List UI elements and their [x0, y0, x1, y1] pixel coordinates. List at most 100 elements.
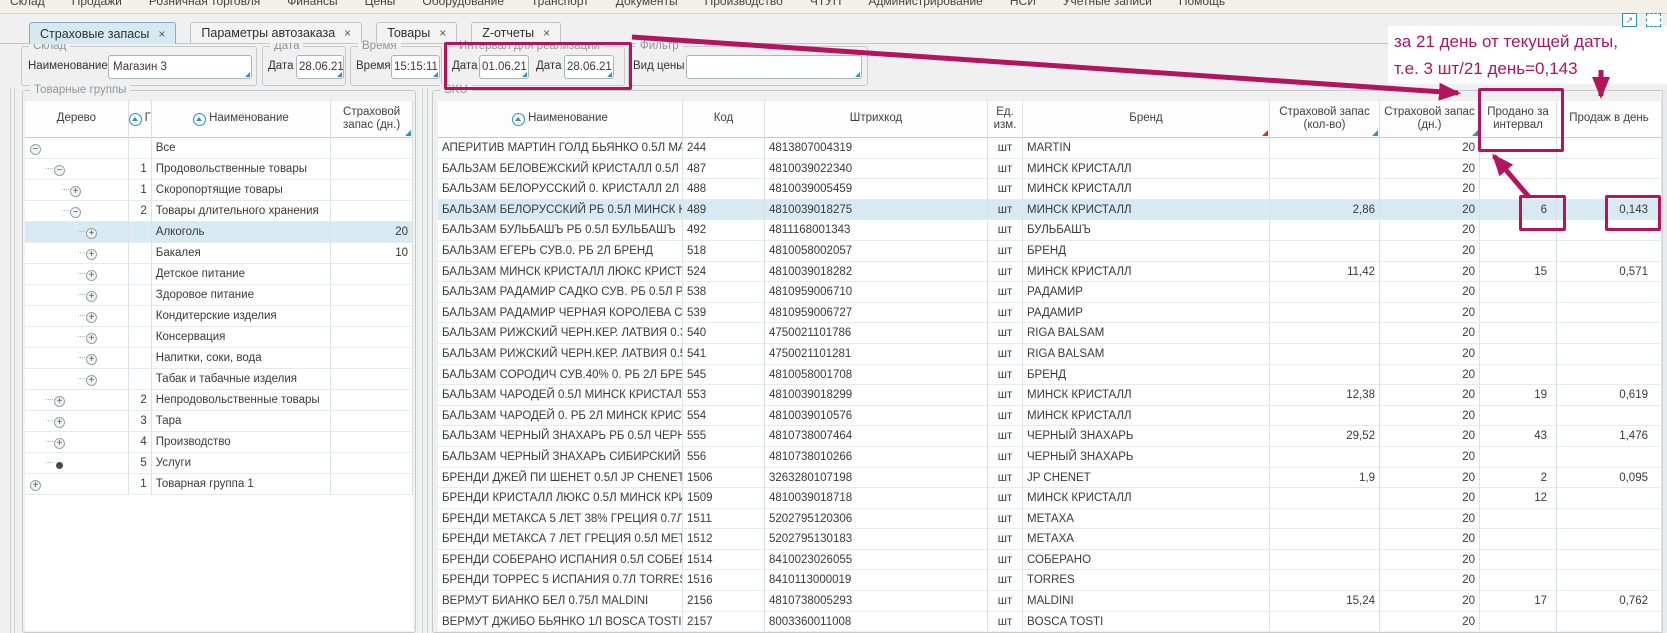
expand-icon[interactable]: + [86, 249, 97, 260]
column-header[interactable]: Наименование [152, 101, 332, 138]
tab[interactable]: Параметры автозаказа× [190, 22, 362, 43]
sku-row[interactable]: БАЛЬЗАМ ЧАРОДЕЙ 0. РБ 2Л МИНСК КРИСТАЛЛ5… [438, 406, 1663, 427]
leaf-dot-icon[interactable] [56, 462, 63, 469]
tree-row[interactable]: +1Скоропортящие товары [25, 180, 413, 201]
sku-row[interactable]: БАЛЬЗАМ ЧЕРНЫЙ ЗНАХАРЬ СИБИРСКИЙ 0.5Л ЧЕ… [438, 447, 1663, 468]
expand-icon[interactable]: + [86, 333, 97, 344]
menu-item[interactable]: Транспорт [531, 0, 589, 11]
frame-select-icon[interactable] [1646, 13, 1661, 27]
column-header[interactable]: Штрихкод [765, 101, 988, 138]
column-header[interactable]: Код [683, 101, 765, 138]
expand-icon[interactable]: + [70, 186, 81, 197]
sku-row[interactable]: БАЛЬЗАМ ЕГЕРЬ СУВ.0. РБ 2Л БРЕНД51848100… [438, 241, 1663, 262]
tab-close-icon[interactable]: × [344, 26, 351, 40]
expand-icon[interactable]: + [86, 291, 97, 302]
expand-icon[interactable]: + [30, 480, 41, 491]
menu-item[interactable]: Документы [616, 0, 678, 11]
menu-item[interactable]: Финансы [287, 0, 337, 11]
menu-item[interactable]: Оборудование [422, 0, 504, 11]
tree-row[interactable]: −1Продовольственные товары [25, 159, 413, 180]
sku-row[interactable]: БАЛЬЗАМ РАДАМИР ЧЕРНАЯ КОРОЛЕВА СУВ 0.5Л… [438, 303, 1663, 324]
collapse-icon[interactable]: − [54, 165, 65, 176]
scrollbar-strip[interactable] [1662, 90, 1667, 633]
price-type-input[interactable] [686, 55, 862, 79]
popout-window-icon[interactable]: ↗ [1622, 13, 1637, 27]
menu-item[interactable]: НСИ [1010, 0, 1036, 11]
menu-item[interactable]: Учетные записи [1063, 0, 1152, 11]
collapse-icon[interactable]: − [70, 207, 81, 218]
sku-row[interactable]: БРЕНДИ МЕТАКСА 5 ЛЕТ 38% ГРЕЦИЯ 0.7Л МЕТ… [438, 509, 1663, 530]
column-header[interactable]: Г [129, 101, 152, 138]
tree-row[interactable]: 5Услуги [25, 453, 413, 474]
sku-row[interactable]: БРЕНДИ ТОРРЕС 5 ИСПАНИЯ 0.7Л TORRES15168… [438, 570, 1663, 591]
sku-row[interactable]: БАЛЬЗАМ РИЖСКИЙ ЧЕРН.КЕР. ЛАТВИЯ 0.35Л R… [438, 323, 1663, 344]
column-header[interactable]: Страховой запас (дн.) [1380, 101, 1480, 138]
tree-row[interactable]: +Консервация [25, 327, 413, 348]
tree-row[interactable]: +Детское питание [25, 264, 413, 285]
sku-row[interactable]: ВЕРМУТ БИАНКО БЕЛ 0.75Л MALDINI215648107… [438, 591, 1663, 612]
sku-row[interactable]: БАЛЬЗАМ БЕЛОВЕЖСКИЙ КРИСТАЛЛ 0.5Л МИНСК … [438, 159, 1663, 180]
collapse-icon[interactable]: − [30, 144, 41, 155]
tree-row[interactable]: +Кондитерские изделия [25, 306, 413, 327]
sku-row[interactable]: БАЛЬЗАМ БЕЛОРУССКИЙ 0. КРИСТАЛЛ 2Л МИНСК… [438, 179, 1663, 200]
sku-row[interactable]: БАЛЬЗАМ МИНСК КРИСТАЛЛ ЛЮКС КРИСТАЛ 0.5Л… [438, 262, 1663, 283]
menu-item[interactable]: Цены [365, 0, 396, 11]
menu-item[interactable]: Производство [705, 0, 783, 11]
tab-close-icon[interactable]: × [158, 27, 165, 41]
tree-row[interactable]: +Бакалея10 [25, 243, 413, 264]
column-header[interactable]: Ед. изм. [988, 101, 1023, 138]
expand-icon[interactable]: + [86, 228, 97, 239]
time-input[interactable]: 15:15:11 [391, 55, 440, 79]
column-header[interactable]: Страховой запас (дн.) [331, 101, 413, 138]
sku-row[interactable]: ВЕРМУТ ДЖИБО БЬЯНКО 1Л BOSCA TOSTI215780… [438, 612, 1663, 631]
tree-row[interactable]: −2Товары длительного хранения [25, 201, 413, 222]
menu-item[interactable]: ЧТУП [810, 0, 842, 11]
tab-close-icon[interactable]: × [543, 26, 550, 40]
column-header[interactable]: Продаж в день [1557, 101, 1662, 138]
panel-splitter[interactable] [422, 88, 423, 633]
tree-row[interactable]: +Напитки, соки, вода [25, 348, 413, 369]
sku-row[interactable]: БАЛЬЗАМ ЧЕРНЫЙ ЗНАХАРЬ РБ 0.5Л ЧЕРНЫЙ ЗН… [438, 426, 1663, 447]
expand-icon[interactable]: + [86, 375, 97, 386]
tree-row[interactable]: +Здоровое питание [25, 285, 413, 306]
sku-row[interactable]: БАЛЬЗАМ ЧАРОДЕЙ 0.5Л МИНСК КРИСТАЛЛ55348… [438, 385, 1663, 406]
sku-row[interactable]: БРЕНДИ МЕТАКСА 7 ЛЕТ ГРЕЦИЯ 0.5Л МЕТАХА1… [438, 529, 1663, 550]
menu-item[interactable]: Помощь [1179, 0, 1225, 11]
tab[interactable]: Страховые запасы× [29, 22, 176, 44]
expand-icon[interactable]: + [54, 438, 65, 449]
date-input[interactable]: 28.06.21 [296, 55, 344, 79]
menu-item[interactable]: Администрирование [868, 0, 982, 11]
tree-row[interactable]: +4Производство [25, 432, 413, 453]
sku-row[interactable]: БРЕНДИ СОБЕРАНО ИСПАНИЯ 0.5Л СОБЕРАНО151… [438, 550, 1663, 571]
tree-row[interactable]: −Все [25, 138, 413, 159]
column-header[interactable]: Страховой запас (кол-во) [1270, 101, 1380, 138]
sku-row[interactable]: БАЛЬЗАМ БЕЛОРУССКИЙ РБ 0.5Л МИНСК КРИСТА… [438, 200, 1663, 221]
sku-row[interactable]: БАЛЬЗАМ БУЛЬБАШЪ РБ 0.5Л БУЛЬБАШЪ4924811… [438, 220, 1663, 241]
sku-row[interactable]: БАЛЬЗАМ РИЖСКИЙ ЧЕРН.КЕР. ЛАТВИЯ 0.5Л RI… [438, 344, 1663, 365]
tree-row[interactable]: +1Товарная группа 1 [25, 474, 413, 495]
sku-row[interactable]: БРЕНДИ КРИСТАЛЛ ЛЮКС 0.5Л МИНСК КРИСТАЛЛ… [438, 488, 1663, 509]
sku-row[interactable]: БАЛЬЗАМ СОРОДИЧ СУВ.40% 0. РБ 2Л БРЕНД54… [438, 365, 1663, 386]
expand-icon[interactable]: + [86, 270, 97, 281]
tab-close-icon[interactable]: × [439, 26, 446, 40]
column-header[interactable]: Наименование [438, 101, 683, 138]
expand-icon[interactable]: + [86, 354, 97, 365]
expand-icon[interactable]: + [86, 312, 97, 323]
expand-icon[interactable]: + [54, 396, 65, 407]
column-header[interactable]: Дерево [25, 101, 129, 138]
tree-row[interactable]: +2Непродовольственные товары [25, 390, 413, 411]
sku-row[interactable]: БАЛЬЗАМ РАДАМИР САДКО СУВ. РБ 0.5Л РАДАМ… [438, 282, 1663, 303]
tab[interactable]: Товары× [376, 22, 457, 43]
panel-splitter[interactable] [427, 88, 428, 633]
menu-item[interactable]: Продажи [72, 0, 122, 11]
sku-row[interactable]: БРЕНДИ ДЖЕЙ ПИ ШЕНЕТ 0.5Л JP CHENET15063… [438, 468, 1663, 489]
expand-icon[interactable]: + [54, 417, 65, 428]
menu-item[interactable]: Склад [10, 0, 45, 11]
tab[interactable]: Z-отчеты× [471, 22, 561, 43]
tree-row[interactable]: +Табак и табачные изделия [25, 369, 413, 390]
column-header[interactable]: Бренд [1023, 101, 1270, 138]
tree-row[interactable]: +3Тара [25, 411, 413, 432]
tree-row[interactable]: +Алкоголь20 [25, 222, 413, 243]
warehouse-name-input[interactable]: Магазин 3 [108, 55, 252, 79]
menu-item[interactable]: Розничная торговля [149, 0, 260, 11]
